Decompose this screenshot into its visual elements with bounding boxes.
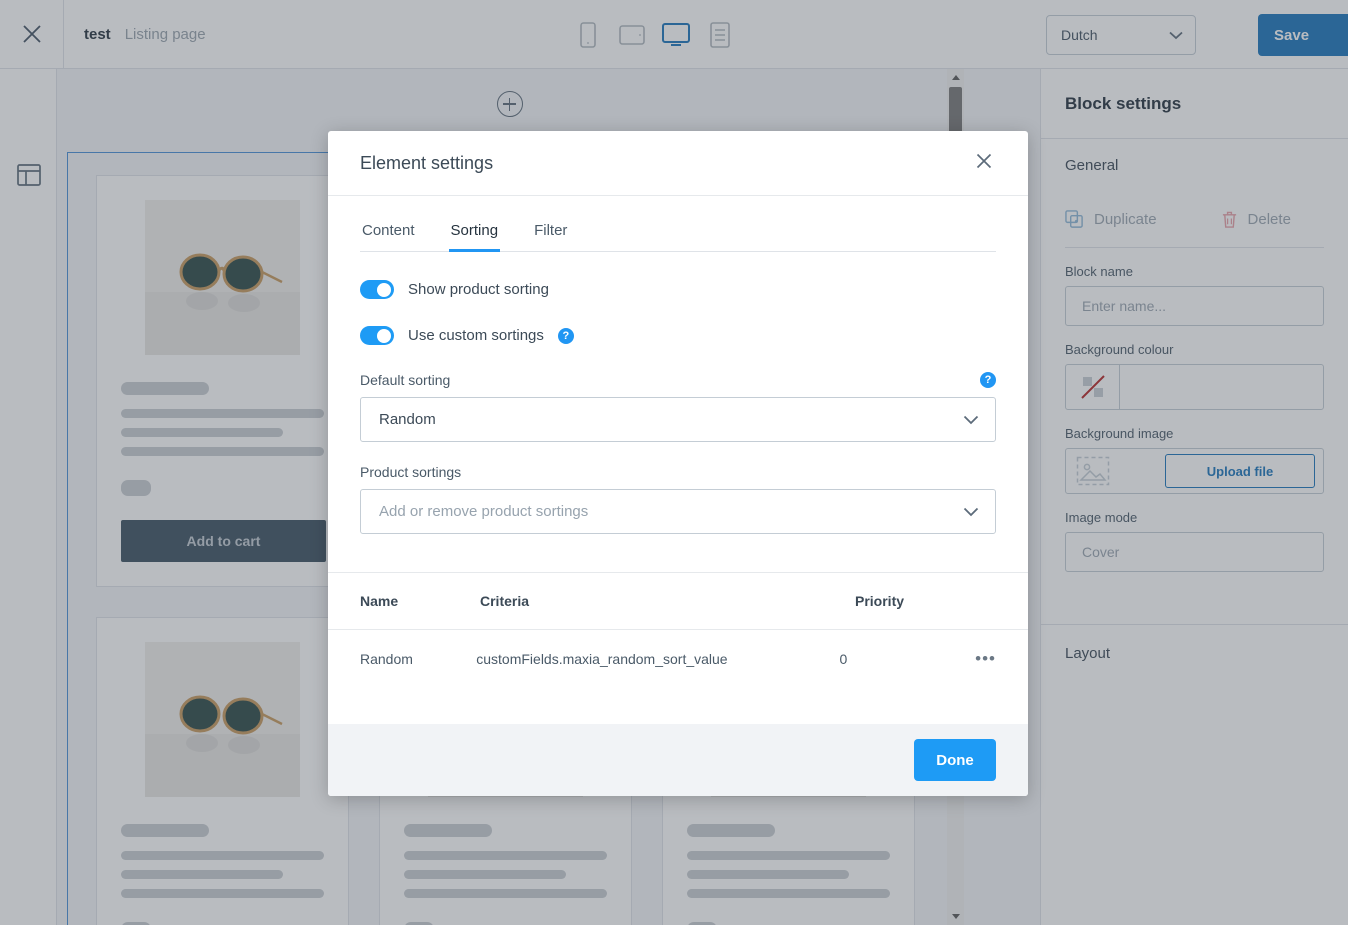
toggle-knob <box>377 328 391 343</box>
show-product-sorting-toggle[interactable] <box>360 280 394 299</box>
cell-criteria: customFields.maxia_random_sort_value <box>476 650 728 667</box>
modal-tabs: Content Sorting Filter <box>360 222 996 252</box>
default-sorting-label-row: Default sorting ? <box>360 372 996 388</box>
product-sortings-label: Product sortings <box>360 464 462 480</box>
chevron-down-icon <box>963 415 979 424</box>
use-custom-sortings-label: Use custom sortings <box>408 327 544 344</box>
close-icon <box>976 153 992 168</box>
modal-body: Show product sorting Use custom sortings… <box>328 252 1028 534</box>
sortings-table: Name Criteria Priority Random customFiel… <box>328 572 1028 687</box>
column-header-priority: Priority <box>855 593 905 609</box>
cell-name: Random <box>360 650 413 667</box>
modal-header: Element settings <box>328 131 1028 196</box>
toggle-knob <box>377 282 391 297</box>
tab-filter[interactable]: Filter <box>532 222 569 251</box>
product-sortings-label-row: Product sortings <box>360 464 996 480</box>
tab-sorting[interactable]: Sorting <box>448 222 501 252</box>
use-custom-sortings-row: Use custom sortings ? <box>360 326 996 345</box>
product-sortings-placeholder: Add or remove product sortings <box>379 503 589 520</box>
modal-close-button[interactable] <box>970 147 998 180</box>
use-custom-sortings-toggle[interactable] <box>360 326 394 345</box>
default-sorting-value: Random <box>379 411 436 428</box>
modal-footer: Done <box>328 724 1028 796</box>
column-header-criteria: Criteria <box>480 593 530 609</box>
row-actions[interactable]: ••• <box>975 650 996 667</box>
done-button[interactable]: Done <box>914 739 996 781</box>
cell-priority: 0 <box>839 650 848 667</box>
help-icon[interactable]: ? <box>557 327 574 344</box>
element-settings-modal: Element settings Content Sorting Filter … <box>328 131 1028 796</box>
table-row[interactable]: Random customFields.maxia_random_sort_va… <box>328 630 1028 687</box>
chevron-down-icon <box>963 507 979 516</box>
more-options-icon[interactable]: ••• <box>975 650 996 667</box>
default-sorting-field: Default sorting ? Random <box>360 372 996 442</box>
modal-title: Element settings <box>360 152 494 173</box>
help-icon[interactable]: ? <box>980 372 996 388</box>
show-product-sorting-label: Show product sorting <box>408 281 549 298</box>
default-sorting-select[interactable]: Random <box>360 397 996 442</box>
column-header-name: Name <box>360 593 399 609</box>
show-product-sorting-row: Show product sorting <box>360 280 996 299</box>
default-sorting-label: Default sorting <box>360 372 451 388</box>
product-sortings-field: Product sortings Add or remove product s… <box>360 464 996 534</box>
table-header-row: Name Criteria Priority <box>328 573 1028 630</box>
product-sortings-select[interactable]: Add or remove product sortings <box>360 489 996 534</box>
tab-content[interactable]: Content <box>360 222 417 251</box>
